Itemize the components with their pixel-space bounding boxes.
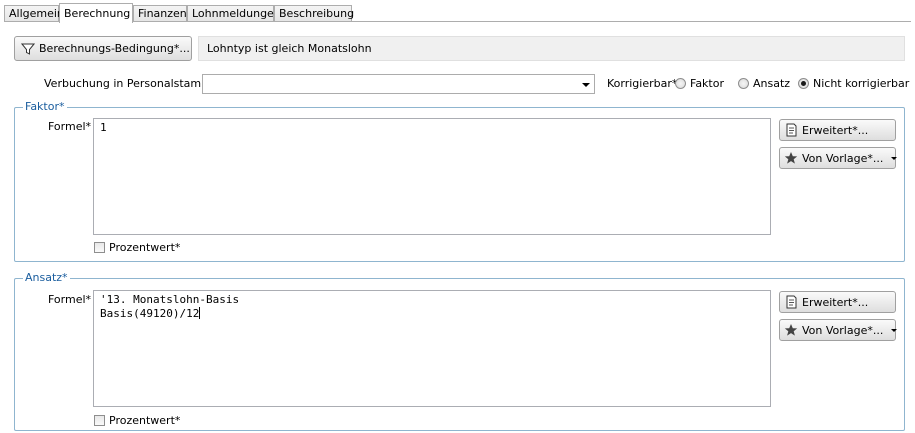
calculation-condition-button[interactable]: Berechnungs-Bedingung*... [14,36,192,61]
radio-circle [738,78,749,89]
radio-nicht-korrigierbar[interactable]: Nicht korrigierbar [798,77,909,90]
faktor-template-button[interactable]: Von Vorlage*... [779,147,898,169]
tab-divider [4,21,911,22]
filter-icon [21,43,35,55]
calculation-condition-label: Berechnungs-Bedingung*... [39,42,190,55]
faktor-formula-label: Formel* : [48,120,99,133]
tab-beschreibung[interactable]: Beschreibung [274,5,354,21]
dropdown-arrow-icon [891,156,898,160]
star-icon [784,324,798,336]
faktor-formula-input[interactable]: 1 [93,118,771,235]
edit-document-icon [786,123,797,137]
ansatz-group-title: Ansatz* [23,271,70,284]
tab-allgemein[interactable]: Allgemein [4,5,64,21]
checkbox-box [94,242,105,253]
star-icon [784,152,798,164]
tab-berechnung[interactable]: Berechnung [59,3,133,23]
correctable-label: Korrigierbar* : [607,77,685,90]
tab-finanzen[interactable]: Finanzen [133,5,187,21]
radio-circle [675,78,686,89]
faktor-advanced-button[interactable]: Erweitert*... [779,119,896,141]
text-caret [199,307,201,319]
booking-select[interactable] [202,74,595,94]
checkbox-box [94,415,105,426]
faktor-group-title: Faktor* [23,100,67,113]
radio-circle-checked [798,78,809,89]
faktor-percent-checkbox[interactable]: Prozentwert* [94,241,180,254]
ansatz-advanced-button[interactable]: Erweitert*... [779,291,896,313]
ansatz-formula-input[interactable]: '13. Monatslohn-Basis Basis(49120)/12 [93,290,771,407]
condition-display: Lohntyp ist gleich Monatslohn [198,36,905,61]
dropdown-arrow-icon [891,328,898,332]
ansatz-formula-label: Formel* : [48,293,99,306]
tab-lohnmeldungen[interactable]: Lohnmeldungen [187,5,281,21]
edit-document-icon [786,295,797,309]
chevron-down-icon [582,83,590,87]
radio-faktor[interactable]: Faktor [675,77,724,90]
ansatz-template-button[interactable]: Von Vorlage*... [779,319,898,341]
radio-ansatz[interactable]: Ansatz [738,77,790,90]
ansatz-percent-checkbox[interactable]: Prozentwert* [94,414,180,427]
booking-label: Verbuchung in Personalstamm*: [44,77,222,90]
